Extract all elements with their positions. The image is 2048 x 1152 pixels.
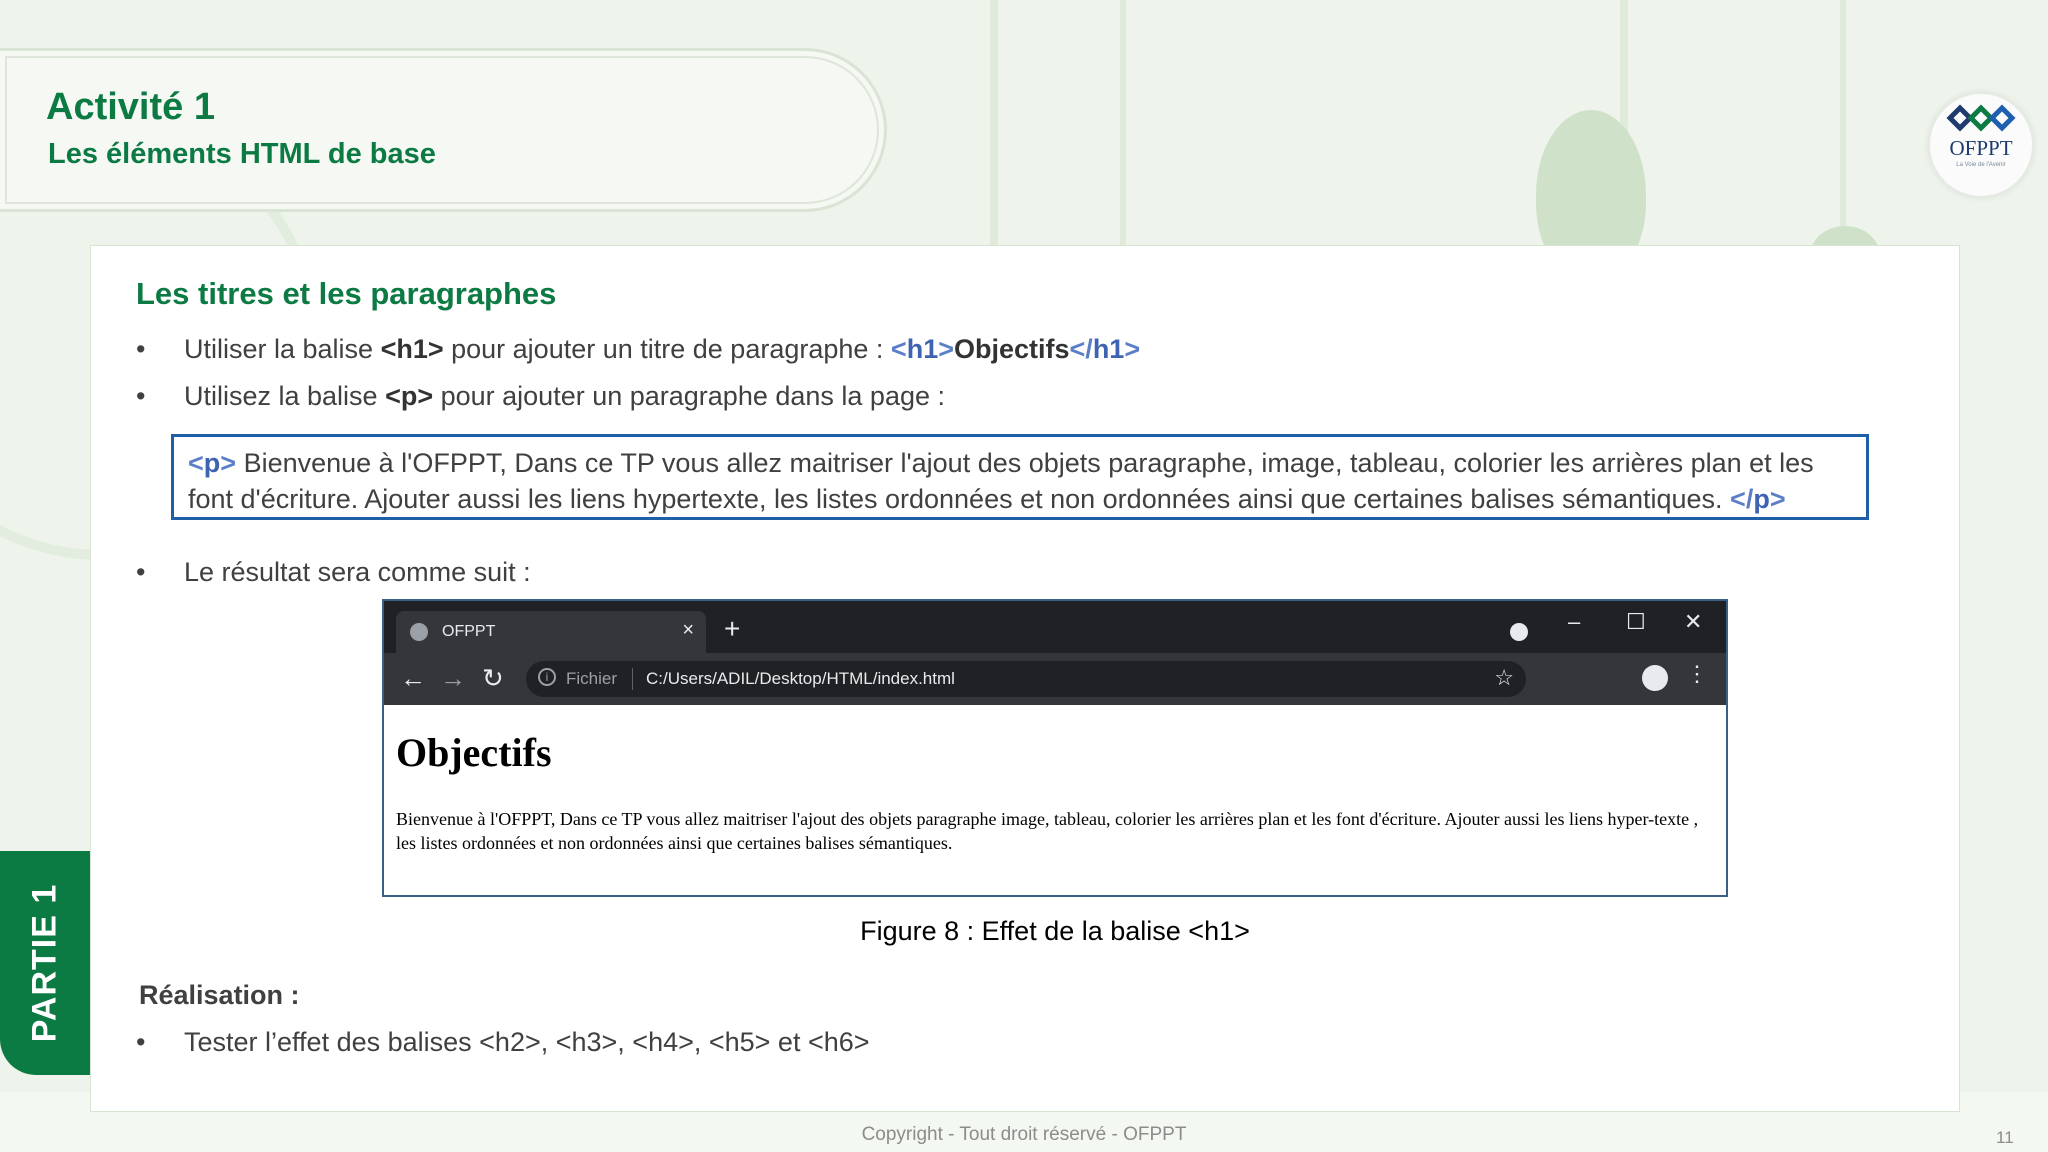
realisation-title: Réalisation : bbox=[139, 980, 300, 1010]
part-label: PARTIE 1 bbox=[25, 883, 64, 1043]
browser-tabbar: OFPPT × + – ☐ ✕ bbox=[384, 601, 1726, 653]
bullet-text-pre: Utiliser la balise bbox=[184, 334, 381, 364]
bullet-dot: • bbox=[136, 381, 146, 411]
section-title: Les titres et les paragraphes bbox=[136, 276, 557, 311]
rendered-paragraph: Bienvenue à l'OFPPT, Dans ce TP vous all… bbox=[396, 809, 1699, 853]
menu-icon[interactable]: ⋮ bbox=[1686, 661, 1708, 687]
close-window-button[interactable]: ✕ bbox=[1684, 609, 1702, 635]
bullet-text: Tester l’effet des balises <h2>, <h3>, <… bbox=[184, 1027, 870, 1057]
browser-toolbar: ← → ↻ i Fichier C:/Users/ADIL/Desktop/HT… bbox=[384, 653, 1726, 705]
url-text[interactable]: C:/Users/ADIL/Desktop/HTML/index.html bbox=[646, 669, 955, 689]
activity-subtitle: Les éléments HTML de base bbox=[48, 138, 436, 170]
code-example-box: <p> Bienvenue à l'OFPPT, Dans ce TP vous… bbox=[171, 434, 1869, 520]
bullet-dot: • bbox=[136, 334, 146, 364]
bullet-text: Le résultat sera comme suit : bbox=[184, 557, 531, 587]
minimize-button[interactable]: – bbox=[1568, 609, 1580, 635]
bullet-text-bold: <h1> bbox=[380, 334, 444, 364]
forward-button[interactable]: → bbox=[440, 663, 466, 694]
h1-tag-content: Objectifs bbox=[954, 334, 1070, 364]
part-side-tab: PARTIE 1 bbox=[0, 851, 90, 1075]
info-icon[interactable]: i bbox=[538, 668, 556, 686]
browser-tab[interactable]: OFPPT × bbox=[396, 611, 706, 653]
logo-mark-icon bbox=[1946, 104, 2016, 132]
bullet-text-pre: Utilisez la balise bbox=[184, 381, 386, 411]
rendered-h1: Objectifs bbox=[396, 730, 552, 775]
copyright-footer: Copyright - Tout droit réservé - OFPPT bbox=[861, 1124, 1187, 1145]
logo-tagline: La Voie de l'Avenir bbox=[1956, 162, 2006, 168]
ofppt-logo: OFPPT La Voie de l'Avenir bbox=[1928, 92, 2034, 198]
bullet-result: • Le résultat sera comme suit : bbox=[136, 557, 531, 588]
globe-icon bbox=[410, 623, 428, 641]
bullet-h1: • Utiliser la balise <h1> pour ajouter un… bbox=[136, 334, 1140, 365]
bullet-dot: • bbox=[136, 557, 146, 587]
account-icon[interactable] bbox=[1642, 665, 1668, 691]
omnibox-divider bbox=[632, 668, 633, 690]
bullet-text-bold: <p> bbox=[385, 381, 434, 411]
page-number: 11 bbox=[1996, 1128, 2014, 1147]
profile-dropdown-icon[interactable] bbox=[1510, 623, 1528, 641]
back-button[interactable]: ← bbox=[400, 663, 426, 694]
bookmark-star-icon[interactable]: ☆ bbox=[1494, 665, 1514, 691]
maximize-button[interactable]: ☐ bbox=[1626, 609, 1646, 635]
reload-button[interactable]: ↻ bbox=[482, 663, 504, 694]
code-paragraph-text: Bienvenue à l'OFPPT, Dans ce TP vous all… bbox=[188, 448, 1814, 514]
bullet-dot: • bbox=[136, 1027, 146, 1057]
p-close-tag: </p> bbox=[1730, 484, 1786, 514]
logo-text: OFPPT bbox=[1949, 136, 2013, 160]
activity-title: Activité 1 bbox=[46, 86, 215, 128]
new-tab-button[interactable]: + bbox=[724, 613, 740, 645]
header-panel bbox=[0, 48, 887, 212]
bullet-realisation: • Tester l’effet des balises <h2>, <h3>, … bbox=[136, 1027, 870, 1058]
h1-open-tag: <h1> bbox=[890, 334, 954, 364]
p-open-tag: <p> bbox=[188, 448, 237, 478]
browser-screenshot: OFPPT × + – ☐ ✕ ← → ↻ i Fichier C:/Users… bbox=[382, 599, 1728, 897]
tab-close-icon[interactable]: × bbox=[682, 619, 694, 642]
bullet-text-post: pour ajouter un titre de paragraphe : bbox=[443, 334, 891, 364]
figure-caption: Figure 8 : Effet de la balise <h1> bbox=[860, 916, 1250, 946]
h1-close-tag: </h1> bbox=[1069, 334, 1141, 364]
scheme-label: Fichier bbox=[566, 669, 618, 688]
tab-title: OFPPT bbox=[442, 623, 496, 640]
address-bar[interactable]: i Fichier C:/Users/ADIL/Desktop/HTML/ind… bbox=[526, 661, 1526, 697]
bullet-p: • Utilisez la balise <p> pour ajouter un … bbox=[136, 381, 945, 412]
bullet-text-post: pour ajouter un paragraphe dans la page … bbox=[433, 381, 945, 411]
